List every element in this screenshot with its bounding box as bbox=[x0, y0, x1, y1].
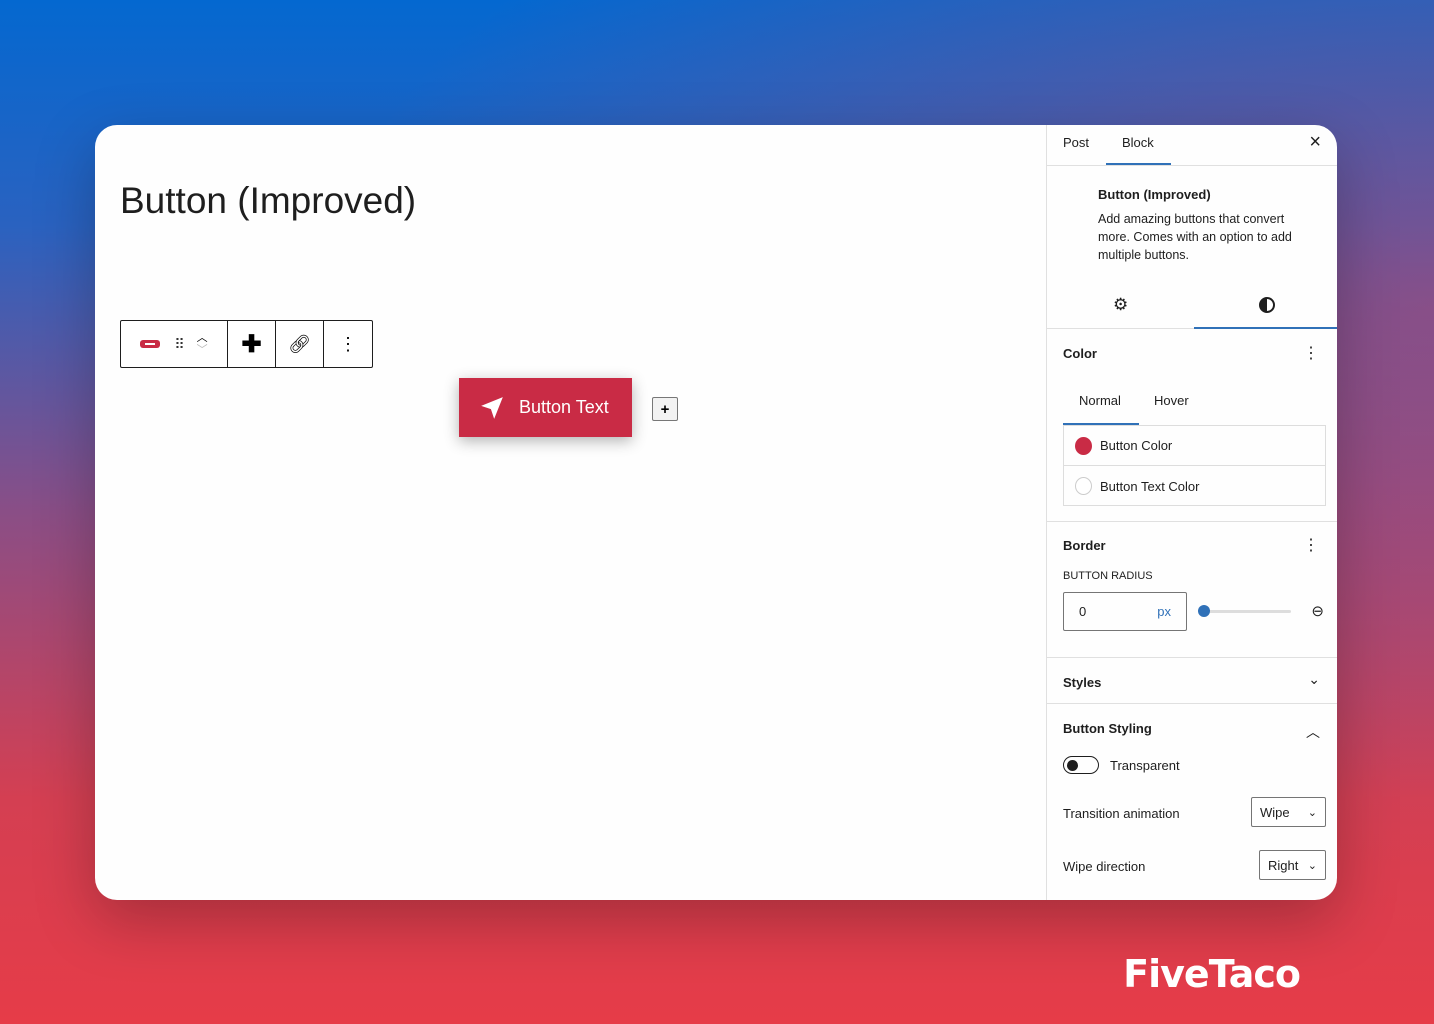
button-color-swatch bbox=[1075, 436, 1092, 455]
active-panel-indicator bbox=[1194, 327, 1337, 329]
chevron-down-icon: ⌄ bbox=[1307, 859, 1317, 872]
color-list: Button Color Button Text Color bbox=[1063, 425, 1326, 506]
tab-post[interactable]: Post bbox=[1063, 135, 1089, 150]
color-panel-title: Color bbox=[1063, 346, 1097, 361]
close-icon[interactable]: × bbox=[1309, 131, 1321, 154]
more-options-button[interactable]: ⋮ bbox=[324, 321, 372, 367]
radius-slider[interactable] bbox=[1203, 610, 1291, 613]
block-description: Add amazing buttons that convert more. C… bbox=[1098, 212, 1292, 262]
align-icon: ✚ bbox=[241, 330, 262, 358]
button-block-icon[interactable] bbox=[140, 340, 161, 348]
color-options-icon[interactable]: ⋮ bbox=[1303, 343, 1319, 363]
transition-label: Transition animation bbox=[1063, 806, 1180, 821]
unlink-icon[interactable]: ⊖ bbox=[1311, 602, 1324, 620]
tab-block[interactable]: Block bbox=[1122, 135, 1154, 150]
block-type-group: ⠿ ︿ ﹀ bbox=[121, 321, 228, 367]
settings-sidebar: Post Block × Button (Improved) Add amazi… bbox=[1046, 125, 1337, 900]
button-styling-title[interactable]: Button Styling bbox=[1063, 721, 1152, 736]
chevron-down-icon[interactable]: ⌄ bbox=[1308, 671, 1320, 688]
button-preview[interactable]: Button Text bbox=[459, 378, 632, 437]
transition-select[interactable]: Wipe ⌄ bbox=[1251, 797, 1326, 827]
tab-hover[interactable]: Hover bbox=[1154, 393, 1189, 408]
button-text[interactable]: Button Text bbox=[519, 397, 609, 418]
button-text-color-label: Button Text Color bbox=[1100, 478, 1200, 494]
radius-value[interactable]: 0 bbox=[1079, 604, 1086, 619]
link-icon: 🔗︎ bbox=[288, 333, 311, 354]
link-button[interactable]: 🔗︎ bbox=[276, 321, 324, 367]
drag-handle-icon[interactable]: ⠿ bbox=[174, 336, 184, 353]
chevron-up-icon[interactable]: ︿ bbox=[1306, 722, 1320, 742]
styles-contrast-icon[interactable] bbox=[1259, 297, 1275, 313]
tab-normal[interactable]: Normal bbox=[1079, 393, 1121, 408]
button-color-label: Button Color bbox=[1100, 438, 1173, 453]
block-name: Button (Improved) bbox=[1098, 187, 1211, 202]
wipe-direction-select[interactable]: Right ⌄ bbox=[1259, 850, 1326, 880]
align-button[interactable]: ✚ bbox=[228, 321, 276, 367]
button-color-item[interactable]: Button Color bbox=[1064, 426, 1325, 466]
toggle-knob bbox=[1067, 759, 1078, 771]
border-options-icon[interactable]: ⋮ bbox=[1303, 535, 1319, 555]
add-button[interactable]: + bbox=[652, 397, 678, 421]
radius-slider-thumb[interactable] bbox=[1198, 605, 1210, 617]
button-text-color-item[interactable]: Button Text Color bbox=[1064, 466, 1325, 506]
transparent-toggle[interactable] bbox=[1063, 756, 1099, 774]
move-up-down-icon[interactable]: ︿ ﹀ bbox=[197, 332, 208, 356]
wipe-direction-label: Wipe direction bbox=[1063, 859, 1146, 874]
radius-input[interactable]: 0 px bbox=[1063, 592, 1187, 631]
radius-unit[interactable]: px bbox=[1157, 604, 1171, 619]
navigation-arrow-icon bbox=[481, 396, 503, 419]
editor-window: Button (Improved) ⠿ ︿ ﹀ ✚ 🔗︎ ⋮ Button Tex… bbox=[95, 125, 1337, 900]
transparent-label: Transparent bbox=[1110, 758, 1180, 773]
border-panel-title: Border bbox=[1063, 538, 1106, 553]
transition-value: Wipe bbox=[1260, 804, 1290, 820]
radius-label: BUTTON RADIUS bbox=[1063, 570, 1153, 582]
settings-gear-icon[interactable]: ⚙ bbox=[1113, 295, 1128, 315]
more-vertical-icon: ⋮ bbox=[339, 333, 357, 354]
button-text-color-swatch bbox=[1075, 477, 1092, 495]
styles-panel-title[interactable]: Styles bbox=[1063, 675, 1101, 690]
block-toolbar: ⠿ ︿ ﹀ ✚ 🔗︎ ⋮ bbox=[120, 320, 373, 368]
fivetaco-logo: FiveTaco bbox=[1123, 952, 1301, 996]
page-title: Button (Improved) bbox=[120, 180, 417, 221]
direction-value: Right bbox=[1268, 857, 1299, 873]
chevron-down-icon: ⌄ bbox=[1307, 806, 1317, 819]
